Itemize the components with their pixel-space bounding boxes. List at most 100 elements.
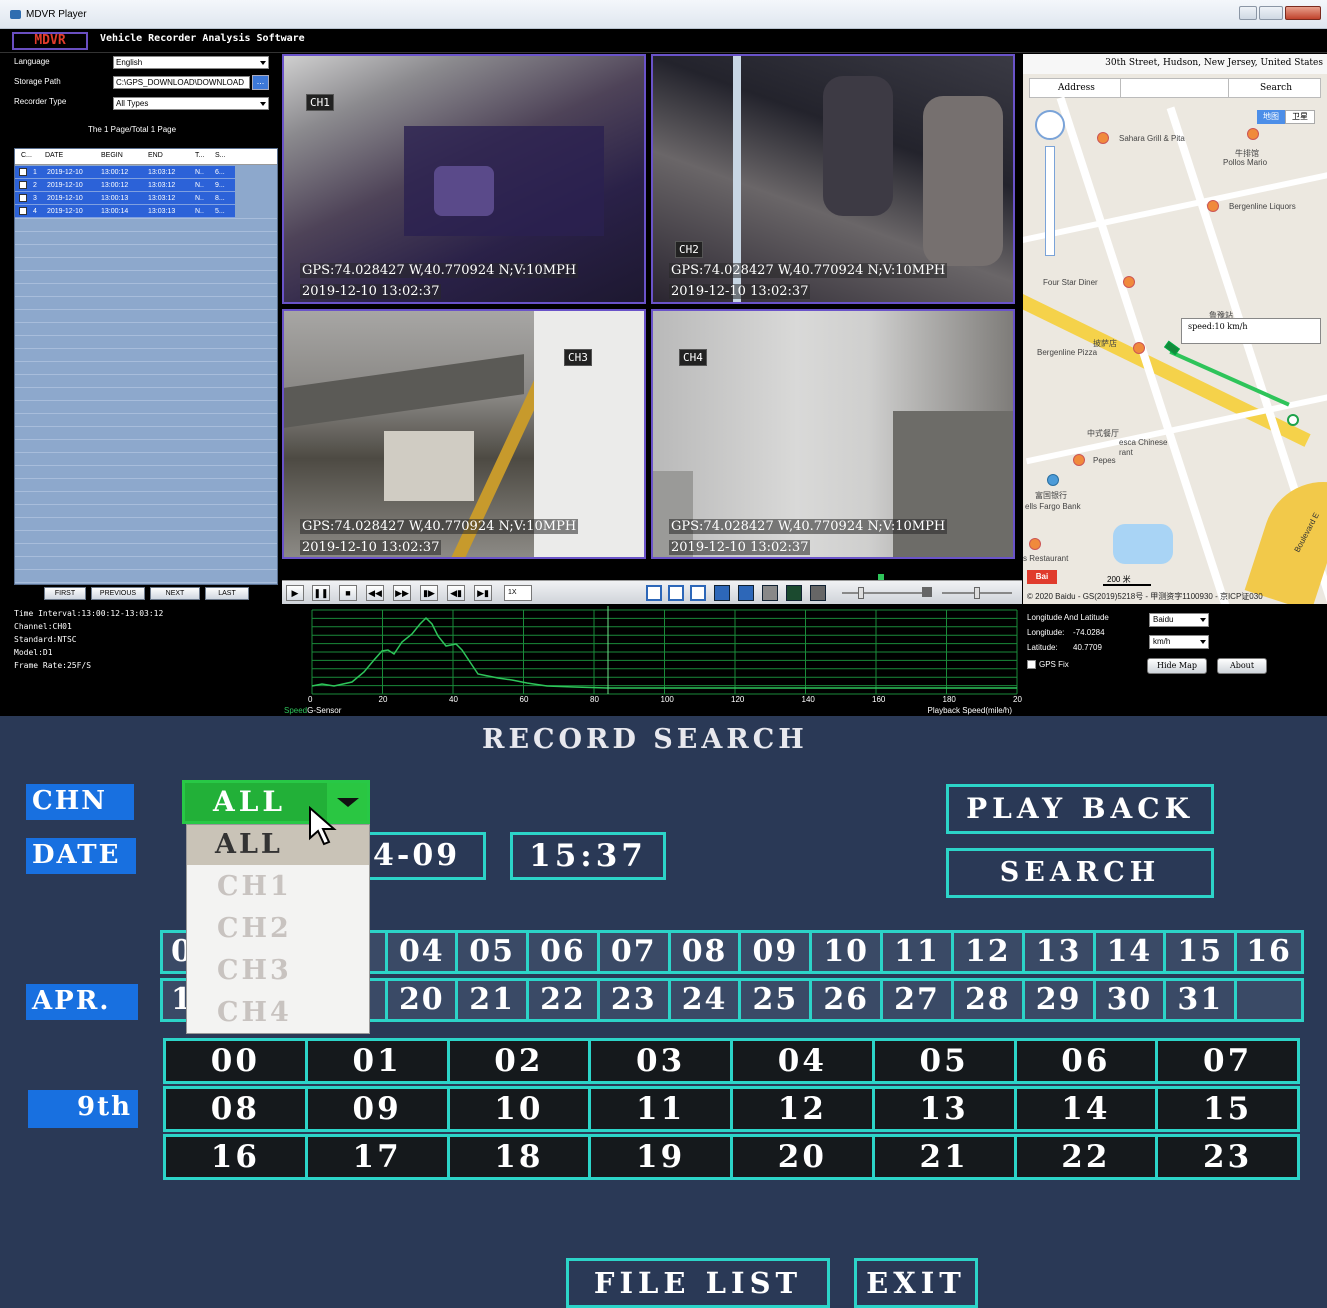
map-type-button[interactable]: 地图	[1257, 110, 1285, 124]
pause-icon[interactable]: ❚❚	[312, 585, 330, 601]
progress-slider[interactable]	[842, 592, 922, 594]
last-page-button[interactable]: LAST	[205, 587, 249, 600]
hour-cell[interactable]: 04	[733, 1041, 875, 1081]
time-field[interactable]: 15:37	[510, 832, 666, 880]
video-panel-ch1[interactable]: CH1 GPS:74.028427 W,40.770924 N;V:10MPH …	[282, 54, 646, 304]
play-icon[interactable]: ▶	[286, 585, 304, 601]
col-header[interactable]: C...	[21, 152, 32, 159]
calendar-day[interactable]: 08	[671, 933, 742, 971]
hour-cell[interactable]: 08	[166, 1089, 308, 1129]
browse-button[interactable]: ...	[252, 75, 269, 90]
minimize-button[interactable]	[1239, 6, 1257, 20]
dropdown-option-all[interactable]: ALL	[187, 825, 369, 865]
calendar-day[interactable]: 12	[954, 933, 1025, 971]
calendar-day[interactable]: 14	[1096, 933, 1167, 971]
step-frame-icon[interactable]: ▮▶	[420, 585, 438, 601]
file-list-button[interactable]: FILE LIST	[566, 1258, 830, 1308]
hour-cell[interactable]: 17	[308, 1137, 450, 1177]
address-tab[interactable]: Address	[1058, 83, 1095, 93]
hour-cell[interactable]: 20	[733, 1137, 875, 1177]
calendar-day[interactable]: 24	[671, 981, 742, 1019]
volume-handle[interactable]	[974, 587, 980, 599]
calendar-day[interactable]	[1237, 981, 1301, 1019]
hour-cell[interactable]: 01	[308, 1041, 450, 1081]
dropdown-option-ch4[interactable]: CH4	[217, 997, 292, 1028]
store-marker-icon[interactable]	[1207, 200, 1219, 212]
calendar-day[interactable]: 26	[812, 981, 884, 1019]
zoom-slider[interactable]	[1045, 146, 1055, 256]
hour-cell[interactable]: 19	[591, 1137, 733, 1177]
hour-cell[interactable]: 16	[166, 1137, 308, 1177]
calendar-day[interactable]: 09	[741, 933, 813, 971]
hour-cell[interactable]: 02	[450, 1041, 592, 1081]
restaurant-marker-icon[interactable]	[1029, 538, 1041, 550]
calendar-day[interactable]: 15	[1166, 933, 1238, 971]
capture-icon[interactable]	[738, 585, 754, 601]
satellite-type-button[interactable]: 卫星	[1285, 110, 1315, 124]
hour-cell[interactable]: 15	[1158, 1089, 1297, 1129]
about-button[interactable]: About	[1217, 658, 1267, 674]
calendar-day[interactable]: 13	[1025, 933, 1096, 971]
search-button[interactable]: SEARCH	[946, 848, 1214, 898]
dropdown-option-ch2[interactable]: CH2	[217, 913, 292, 944]
hour-cell[interactable]: 09	[308, 1089, 450, 1129]
channel-select[interactable]: ALL	[182, 780, 370, 824]
exit-button[interactable]: EXIT	[854, 1258, 978, 1308]
restaurant-marker-icon[interactable]	[1133, 342, 1145, 354]
bank-marker-icon[interactable]	[1047, 474, 1059, 486]
single-view-icon[interactable]	[646, 585, 662, 601]
hour-cell[interactable]: 07	[1158, 1041, 1297, 1081]
date-field[interactable]: 4-09	[362, 832, 486, 880]
calendar-day[interactable]: 22	[529, 981, 600, 1019]
hour-cell[interactable]: 11	[591, 1089, 733, 1129]
calendar-day[interactable]: 20	[388, 981, 459, 1019]
snapshot-icon[interactable]	[762, 585, 778, 601]
video-panel-ch2[interactable]: CH2 GPS:74.028427 W,40.770924 N;V:10MPH …	[651, 54, 1015, 304]
calendar-day[interactable]: 07	[600, 933, 671, 971]
calendar-day[interactable]: 05	[458, 933, 530, 971]
first-page-button[interactable]: FIRST	[44, 587, 86, 600]
calendar-day[interactable]: 29	[1025, 981, 1096, 1019]
hour-cell[interactable]: 10	[450, 1089, 592, 1129]
hour-cell[interactable]: 00	[166, 1041, 308, 1081]
calendar-day[interactable]: 16	[1237, 933, 1301, 971]
row-checkbox[interactable]	[19, 168, 27, 176]
table-row[interactable]: 3 2019-12-10 13:00:13 13:03:12 N.. 8...	[15, 192, 235, 205]
quad-view-icon[interactable]	[668, 585, 684, 601]
restaurant-marker-icon[interactable]	[1123, 276, 1135, 288]
restaurant-marker-icon[interactable]	[1247, 128, 1259, 140]
col-header[interactable]: END	[148, 152, 163, 159]
hour-cell[interactable]: 14	[1017, 1089, 1159, 1129]
calendar-day[interactable]: 06	[529, 933, 600, 971]
speed-box[interactable]: 1X	[504, 585, 532, 601]
table-row[interactable]: 1 2019-12-10 13:00:12 13:03:12 N.. 6...	[15, 166, 235, 179]
hour-cell[interactable]: 12	[733, 1089, 875, 1129]
search-tab[interactable]: Search	[1260, 83, 1292, 93]
table-row[interactable]: 4 2019-12-10 13:00:14 13:03:13 N.. 5...	[15, 205, 235, 218]
recorder-type-select[interactable]: All Types	[113, 97, 269, 110]
volume-icon[interactable]	[922, 587, 932, 597]
settings-icon[interactable]	[810, 585, 826, 601]
hour-cell[interactable]: 03	[591, 1041, 733, 1081]
stop-icon[interactable]: ■	[339, 585, 357, 601]
fast-forward-icon[interactable]: ▶▶	[393, 585, 411, 601]
hour-cell[interactable]: 22	[1017, 1137, 1159, 1177]
calendar-day[interactable]: 25	[741, 981, 813, 1019]
close-button[interactable]	[1285, 6, 1321, 20]
calendar-day[interactable]: 31	[1166, 981, 1238, 1019]
nine-view-icon[interactable]	[690, 585, 706, 601]
row-checkbox[interactable]	[19, 181, 27, 189]
dropdown-option-ch3[interactable]: CH3	[217, 955, 292, 986]
zoom-icon[interactable]	[714, 585, 730, 601]
table-row[interactable]: 2 2019-12-10 13:00:12 13:03:12 N.. 9...	[15, 179, 235, 192]
play-back-button[interactable]: PLAY BACK	[946, 784, 1214, 834]
hour-cell[interactable]: 13	[875, 1089, 1017, 1129]
units-select[interactable]: km/h	[1149, 635, 1209, 649]
row-checkbox[interactable]	[19, 194, 27, 202]
next-page-button[interactable]: NEXT	[150, 587, 200, 600]
pan-control-icon[interactable]	[1035, 110, 1065, 140]
calendar-day[interactable]: 04	[388, 933, 459, 971]
video-panel-ch4[interactable]: CH4 GPS:74.028427 W,40.770924 N;V:10MPH …	[651, 309, 1015, 559]
gps-fix-checkbox[interactable]	[1027, 660, 1036, 669]
storage-path-input[interactable]: C:\GPS_DOWNLOAD\DOWNLOAD	[113, 76, 250, 89]
